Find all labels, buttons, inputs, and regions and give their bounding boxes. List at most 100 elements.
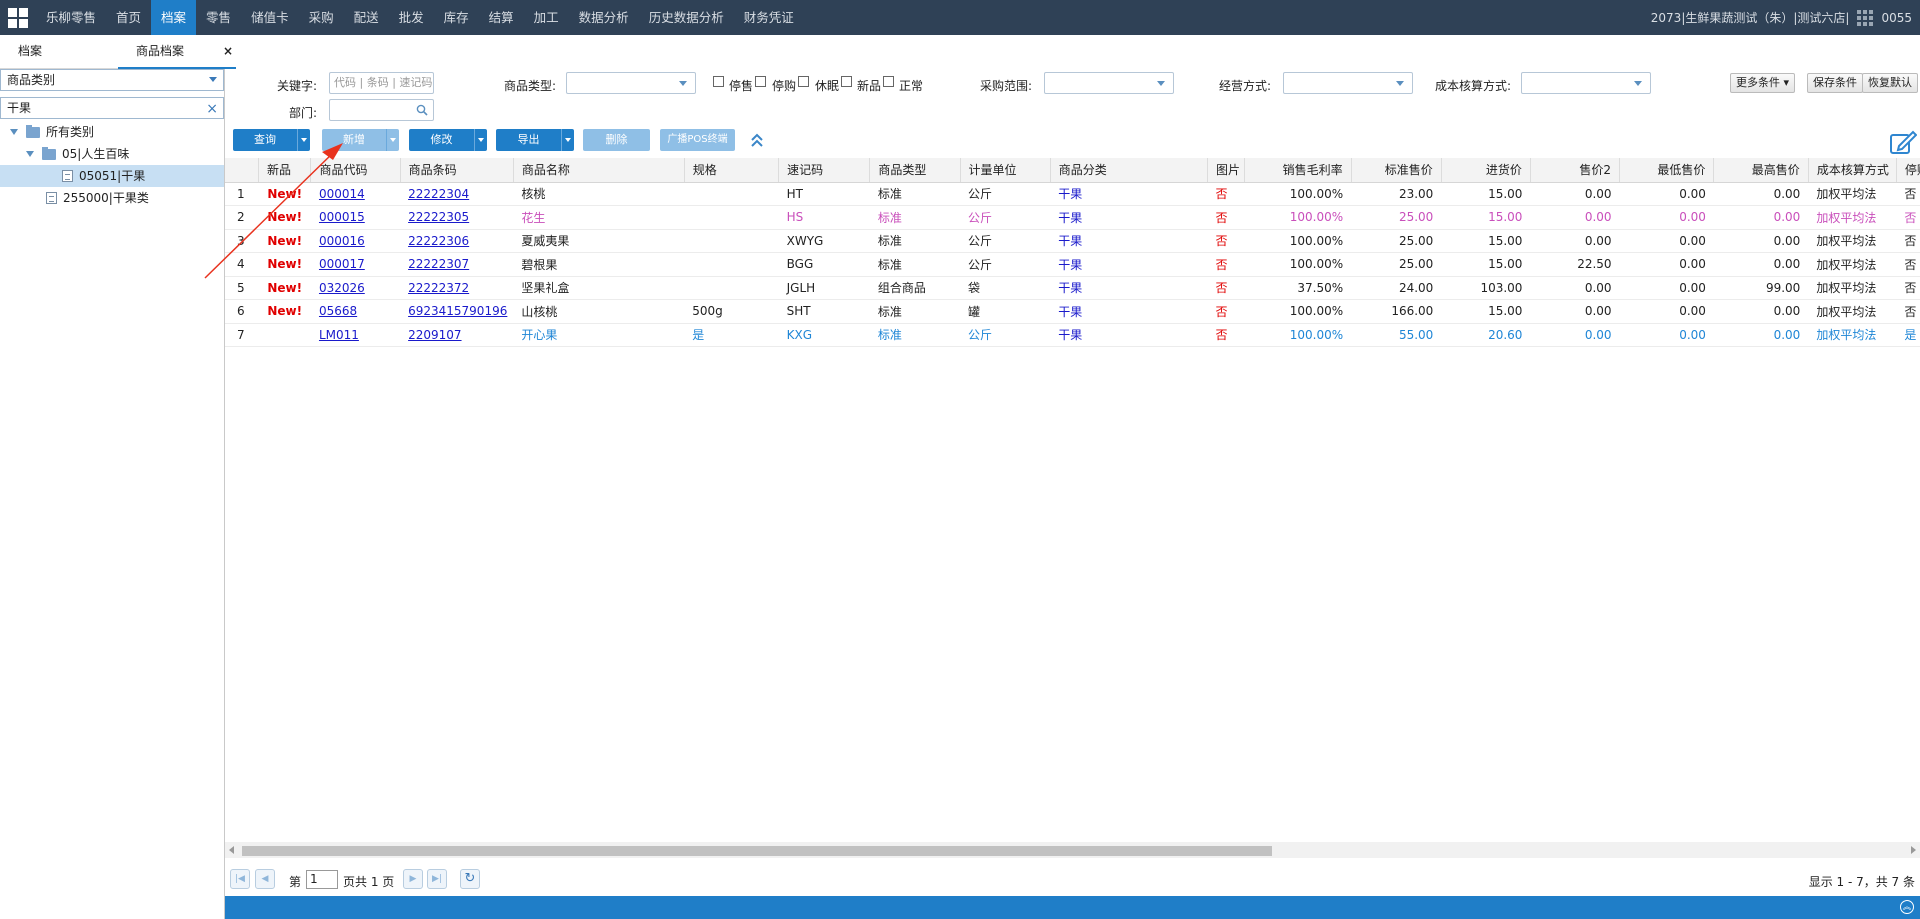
purchase-range-select[interactable] <box>1044 72 1174 94</box>
scroll-left-icon[interactable] <box>229 846 234 854</box>
tab-archive[interactable]: 档案 <box>18 35 42 69</box>
nav-item-wholesale[interactable]: 批发 <box>389 0 434 35</box>
last-page-button[interactable]: ▶| <box>427 869 447 889</box>
table-row[interactable]: 6 New! 05668 6923415790196 山核桃 500g SHT 标准罐干果否 1… <box>225 299 1920 324</box>
delete-button[interactable]: 删除 <box>583 129 650 151</box>
nav-item-finance[interactable]: 财务凭证 <box>734 0 804 35</box>
col-header-barcode[interactable]: 商品条码 <box>400 158 514 183</box>
dropdown-arrow-icon[interactable] <box>474 129 487 151</box>
cost-method-select[interactable] <box>1521 72 1651 94</box>
col-header-cost-method[interactable]: 成本核算方式 <box>1808 158 1897 183</box>
table-row[interactable]: 7 LM011 2209107 开心果是 KXG 标准 公斤 干果否 100.00% 55.00 2… <box>225 323 1920 347</box>
cell-barcode[interactable]: 22222372 <box>400 276 514 300</box>
horizontal-scrollbar[interactable] <box>225 842 1920 858</box>
nav-item-brand[interactable]: 乐柳零售 <box>36 0 106 35</box>
table-row[interactable]: 2 New! 000015 22222305 花生 HS 标准 公斤 干果否 100.00% 25.… <box>225 205 1920 230</box>
user-id[interactable]: 0055 <box>1881 11 1912 25</box>
col-header-category[interactable]: 商品分类 <box>1050 158 1209 183</box>
dropdown-arrow-icon[interactable] <box>561 129 574 151</box>
more-conditions-button[interactable]: 更多条件 ▾ <box>1730 73 1796 93</box>
col-header-max-price[interactable]: 最高售价 <box>1713 158 1809 183</box>
app-grid-icon[interactable] <box>0 0 36 35</box>
nav-item-distribution[interactable]: 配送 <box>344 0 389 35</box>
tree-node-all[interactable]: 所有类别 <box>0 121 224 143</box>
checkbox-dormant[interactable] <box>798 76 809 87</box>
collapse-double-chevron-icon[interactable] <box>750 132 764 148</box>
cell-code[interactable]: 000015 <box>310 205 401 230</box>
tree-node-05051[interactable]: 05051|干果 <box>0 165 224 187</box>
add-button[interactable]: 新增 <box>322 129 399 151</box>
prev-page-button[interactable]: ◀ <box>255 869 275 889</box>
category-type-select[interactable]: 商品类别 <box>0 69 224 91</box>
restore-default-button[interactable]: 恢复默认 <box>1862 73 1918 93</box>
checkbox-stop-sale[interactable] <box>713 76 724 87</box>
nav-item-history-analysis[interactable]: 历史数据分析 <box>639 0 734 35</box>
cell-barcode[interactable]: 6923415790196 <box>400 299 514 324</box>
table-row[interactable]: 4 New! 000017 22222307 碧根果 BGG 标准 公斤 干果否 100.00% 2… <box>225 252 1920 277</box>
nav-item-stored-value[interactable]: 储值卡 <box>241 0 299 35</box>
tree-node-05[interactable]: 05|人生百味 <box>0 143 224 165</box>
edit-button[interactable]: 修改 <box>409 129 487 151</box>
category-search-input[interactable]: 干果 × <box>0 97 224 119</box>
col-header-name[interactable]: 商品名称 <box>513 158 685 183</box>
tree-node-255000[interactable]: 255000|干果类 <box>0 187 224 209</box>
dropdown-arrow-icon[interactable] <box>386 129 399 151</box>
dropdown-arrow-icon[interactable] <box>297 129 310 151</box>
col-header-new[interactable]: 新品 <box>258 158 312 183</box>
cell-code[interactable]: 05668 <box>310 299 401 324</box>
cell-barcode[interactable]: 22222304 <box>400 182 514 206</box>
table-row[interactable]: 3 New! 000016 22222306 夏威夷果 XWYG 标准 公斤 干果否 100.00… <box>225 229 1920 253</box>
next-page-button[interactable]: ▶ <box>403 869 423 889</box>
table-row[interactable]: 5 New! 032026 22222372 坚果礼盒 JGLH 组合商品袋干果否 37.50… <box>225 276 1920 300</box>
cell-code[interactable]: 000016 <box>310 229 401 253</box>
nav-item-home[interactable]: 首页 <box>106 0 151 35</box>
col-header-min-price[interactable]: 最低售价 <box>1619 158 1715 183</box>
department-input[interactable] <box>329 99 434 121</box>
nav-item-data-analysis[interactable]: 数据分析 <box>569 0 639 35</box>
expand-triangle-icon[interactable] <box>10 129 18 135</box>
table-row[interactable]: 1 New! 000014 22222304 核桃 HT 标准 公斤 干果否 100.00% 23.… <box>225 182 1920 206</box>
nav-item-processing[interactable]: 加工 <box>524 0 569 35</box>
col-header-unit[interactable]: 计量单位 <box>960 158 1051 183</box>
col-header-code[interactable]: 商品代码 <box>310 158 401 183</box>
cell-barcode[interactable]: 22222307 <box>400 252 514 277</box>
cell-barcode[interactable]: 22222306 <box>400 229 514 253</box>
col-header-std-price[interactable]: 标准售价 <box>1351 158 1442 183</box>
col-header-type[interactable]: 商品类型 <box>869 158 961 183</box>
checkbox-stop-purchase[interactable] <box>755 76 766 87</box>
nav-item-archive[interactable]: 档案 <box>151 0 197 35</box>
save-conditions-button[interactable]: 保存条件 <box>1807 73 1863 93</box>
query-button[interactable]: 查询 <box>233 129 310 151</box>
col-header-stop-flag[interactable]: 停购标识 <box>1896 158 1920 183</box>
page-number-input[interactable]: 1 <box>306 870 338 889</box>
cell-code[interactable]: LM011 <box>310 323 401 347</box>
apps-grid-icon[interactable] <box>1857 9 1874 26</box>
col-header-shortcode[interactable]: 速记码 <box>778 158 871 183</box>
nav-item-inventory[interactable]: 库存 <box>434 0 479 35</box>
col-header-spec[interactable]: 规格 <box>684 158 780 183</box>
keyword-input[interactable]: 代码 | 条码 | 速记码 | 名称 <box>329 72 434 94</box>
collapse-up-icon[interactable]: ︽ <box>1900 900 1914 914</box>
col-header-cost-price[interactable]: 进货价 <box>1441 158 1531 183</box>
first-page-button[interactable]: |◀ <box>230 869 250 889</box>
tab-product-archive[interactable]: 商品档案 <box>118 35 236 69</box>
close-tab-icon[interactable]: × <box>223 35 233 67</box>
cell-barcode[interactable]: 22222305 <box>400 205 514 230</box>
col-header-margin[interactable]: 销售毛利率 <box>1244 158 1352 183</box>
edit-pencil-icon[interactable] <box>1889 129 1917 155</box>
checkbox-normal[interactable] <box>883 76 894 87</box>
product-type-select[interactable] <box>566 72 696 94</box>
cell-code[interactable]: 000017 <box>310 252 401 277</box>
nav-item-purchase[interactable]: 采购 <box>299 0 344 35</box>
nav-item-settlement[interactable]: 结算 <box>479 0 524 35</box>
nav-item-retail[interactable]: 零售 <box>196 0 241 35</box>
refresh-icon[interactable]: ↻ <box>460 869 480 889</box>
business-mode-select[interactable] <box>1283 72 1413 94</box>
search-icon[interactable] <box>416 104 428 116</box>
clear-icon[interactable]: × <box>206 99 218 119</box>
col-header-image[interactable]: 图片 <box>1207 158 1245 183</box>
cell-code[interactable]: 000014 <box>310 182 401 206</box>
cell-code[interactable]: 032026 <box>310 276 401 300</box>
cell-barcode[interactable]: 2209107 <box>400 323 514 347</box>
broadcast-pos-button[interactable]: 广播POS终端 <box>660 129 735 151</box>
